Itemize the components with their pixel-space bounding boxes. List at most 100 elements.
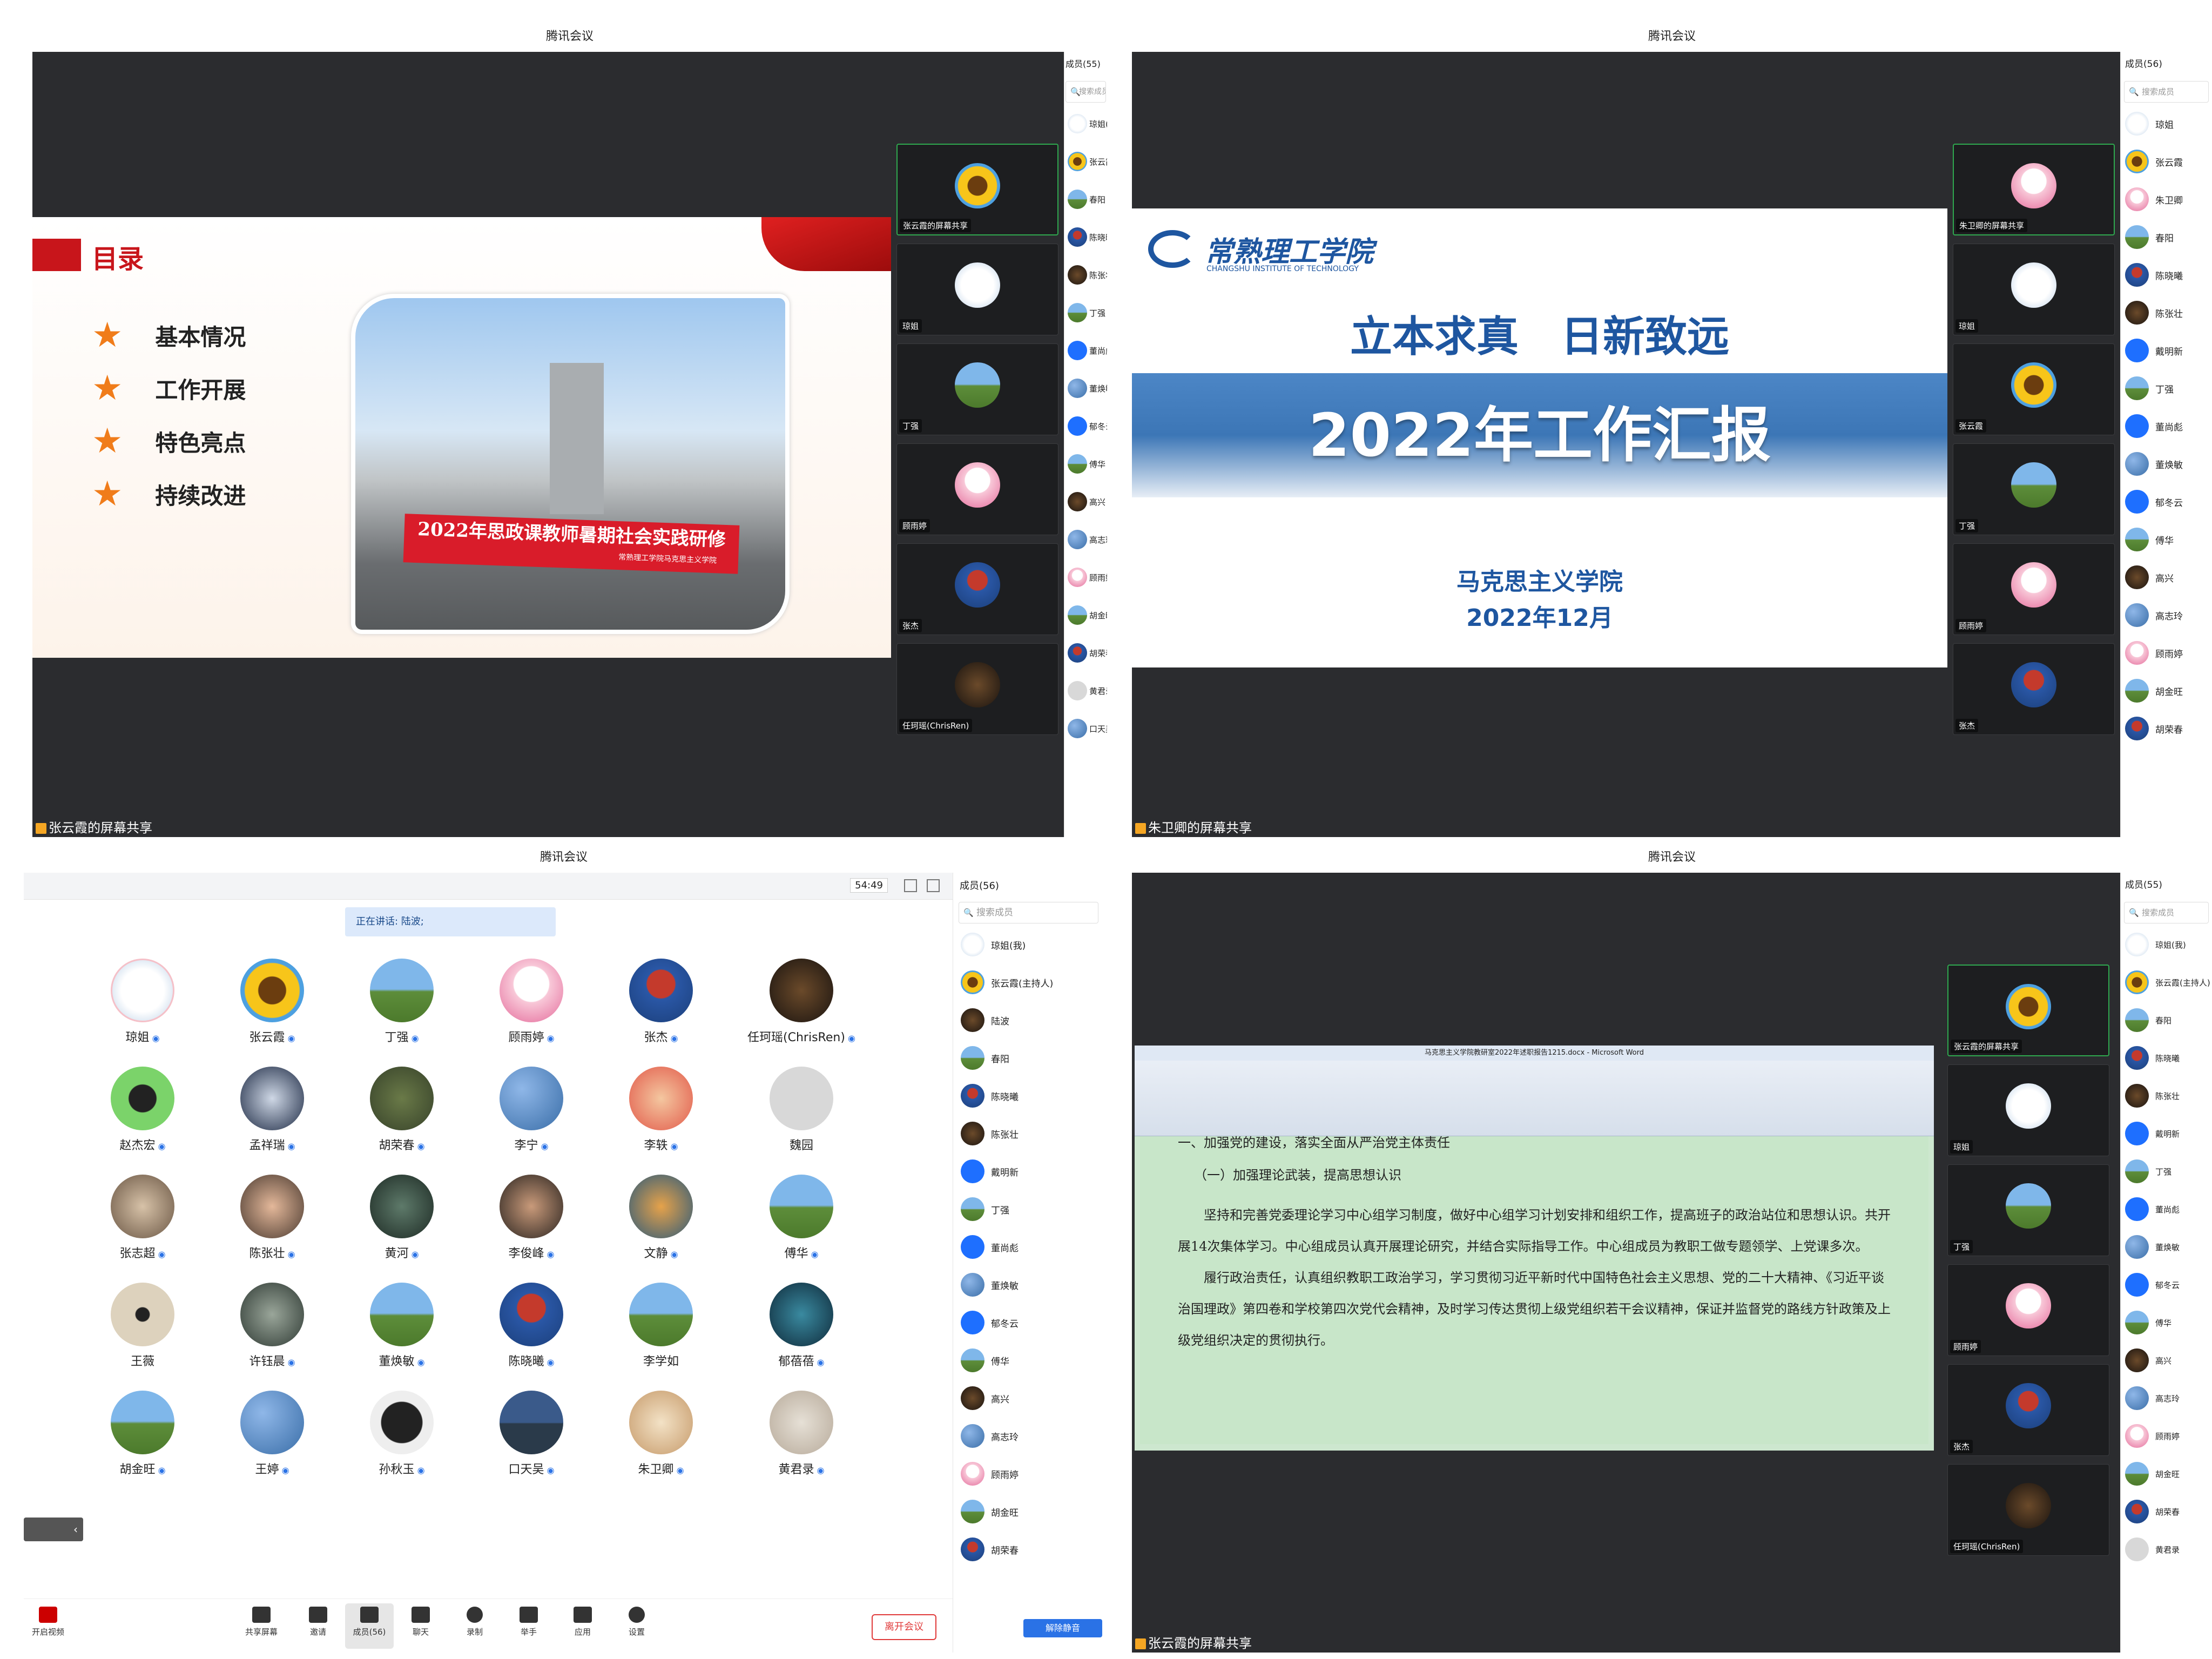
list-item[interactable]: 顾雨婷: [2121, 634, 2212, 672]
video-tile[interactable]: 丁强: [896, 343, 1058, 435]
invite-button[interactable]: 邀请: [294, 1603, 342, 1649]
list-item[interactable]: 高志玲: [2121, 596, 2212, 634]
list-item[interactable]: 陈张壮: [953, 1115, 1104, 1152]
list-item[interactable]: 高志玲: [953, 1417, 1104, 1455]
list-item[interactable]: 高志玲: [2121, 1379, 2212, 1417]
video-tile[interactable]: 顾雨婷: [896, 443, 1058, 535]
list-item[interactable]: 董焕敏: [953, 1266, 1104, 1304]
list-item[interactable]: 张云霞(主持人): [953, 963, 1104, 1001]
list-item[interactable]: 黄君录: [2121, 1530, 2212, 1568]
list-item[interactable]: 陈张壮: [1064, 256, 1107, 294]
list-item[interactable]: 胡荣春: [2121, 710, 2212, 747]
list-item[interactable]: 胡荣春: [1064, 634, 1107, 672]
list-item[interactable]: 春阳: [1064, 180, 1107, 218]
participant-tile[interactable]: 李学如: [596, 1283, 726, 1369]
participant-tile[interactable]: 李轶 ◉: [596, 1067, 726, 1153]
list-item[interactable]: 春阳: [2121, 218, 2212, 256]
participant-tile[interactable]: 董焕敏 ◉: [337, 1283, 467, 1369]
list-item[interactable]: 朱卫卿: [2121, 180, 2212, 218]
list-item[interactable]: 胡金旺: [2121, 672, 2212, 710]
list-item[interactable]: 口天吴: [1064, 710, 1107, 747]
video-tile[interactable]: 丁强: [1953, 443, 2115, 535]
list-item[interactable]: 董焕敏: [2121, 445, 2212, 483]
settings-button[interactable]: 设置: [612, 1603, 661, 1649]
list-item[interactable]: 胡金旺: [2121, 1455, 2212, 1493]
participant-tile[interactable]: 陈晓曦 ◉: [467, 1283, 596, 1369]
video-tile[interactable]: 顾雨婷: [1953, 543, 2115, 635]
list-item[interactable]: 黄君录: [1064, 672, 1107, 710]
list-item[interactable]: 琼姐(我): [1064, 105, 1107, 143]
list-item[interactable]: 郁冬云: [2121, 1266, 2212, 1304]
list-item[interactable]: 丁强: [1064, 294, 1107, 332]
list-item[interactable]: 戴明新: [2121, 1115, 2212, 1152]
participant-tile[interactable]: 琼姐 ◉: [78, 959, 207, 1045]
video-tile[interactable]: 顾雨婷: [1947, 1264, 2109, 1356]
list-item[interactable]: 张云霞: [2121, 143, 2212, 180]
participant-tile[interactable]: 口天吴 ◉: [467, 1391, 596, 1477]
list-item[interactable]: 丁强: [2121, 1152, 2212, 1190]
list-item[interactable]: 董焕敏: [2121, 1228, 2212, 1266]
participant-tile[interactable]: 李宁 ◉: [467, 1067, 596, 1153]
leave-button[interactable]: 离开会议: [872, 1614, 936, 1640]
video-tile[interactable]: 张杰: [1953, 643, 2115, 735]
list-item[interactable]: 董焕敏: [1064, 369, 1107, 407]
list-item[interactable]: 顾雨婷: [2121, 1417, 2212, 1455]
list-item[interactable]: 胡荣春: [953, 1530, 1104, 1568]
list-item[interactable]: 陆波: [953, 1001, 1104, 1039]
unmute-all-button[interactable]: 解除静音: [1023, 1619, 1102, 1637]
list-item[interactable]: 高兴: [2121, 558, 2212, 596]
participant-tile[interactable]: 张志超 ◉: [78, 1175, 207, 1261]
fullscreen-icon[interactable]: [904, 879, 917, 892]
list-item[interactable]: 郁冬云: [2121, 483, 2212, 521]
video-tile[interactable]: 张云霞的屏幕共享: [1947, 965, 2109, 1056]
grid-prev-button[interactable]: ‹: [24, 1518, 83, 1541]
participant-tile[interactable]: 孙秋玉 ◉: [337, 1391, 467, 1477]
participant-tile[interactable]: 丁强 ◉: [337, 959, 467, 1045]
participant-tile[interactable]: 陈张壮 ◉: [207, 1175, 337, 1261]
list-item[interactable]: 高兴: [2121, 1341, 2212, 1379]
participant-tile[interactable]: 郁蓓蓓 ◉: [726, 1283, 877, 1369]
participant-tile[interactable]: 张云霞 ◉: [207, 959, 337, 1045]
list-item[interactable]: 董尚彪: [953, 1228, 1104, 1266]
video-tile[interactable]: 任珂瑶(ChrisRen): [1947, 1464, 2109, 1556]
share-screen-button[interactable]: 共享屏幕: [237, 1603, 286, 1649]
participant-tile[interactable]: 胡荣春 ◉: [337, 1067, 467, 1153]
list-item[interactable]: 陈张壮: [2121, 1077, 2212, 1115]
record-button[interactable]: 录制: [450, 1603, 499, 1649]
raise-hand-button[interactable]: 举手: [504, 1603, 553, 1649]
list-item[interactable]: 陈晓曦: [2121, 256, 2212, 294]
list-item[interactable]: 琼姐: [2121, 105, 2212, 143]
list-item[interactable]: 胡金旺: [953, 1493, 1104, 1530]
list-item[interactable]: 张云霞(主持人): [1064, 143, 1107, 180]
list-item[interactable]: 琼姐(我): [2121, 926, 2212, 963]
members-button[interactable]: 成员(56): [345, 1603, 394, 1649]
video-tile[interactable]: 琼姐: [1953, 244, 2115, 335]
list-item[interactable]: 陈张壮: [2121, 294, 2212, 332]
list-item[interactable]: 陈晓曦: [2121, 1039, 2212, 1077]
list-item[interactable]: 郁冬云: [953, 1304, 1104, 1341]
list-item[interactable]: 高志玲: [1064, 521, 1107, 558]
participant-tile[interactable]: 文静 ◉: [596, 1175, 726, 1261]
list-item[interactable]: 陈晓曦: [953, 1077, 1104, 1115]
participant-tile[interactable]: 顾雨婷 ◉: [467, 959, 596, 1045]
list-item[interactable]: 胡金旺: [1064, 596, 1107, 634]
video-tile[interactable]: 朱卫卿的屏幕共享: [1953, 144, 2115, 235]
list-item[interactable]: 董尚彪: [2121, 407, 2212, 445]
list-item[interactable]: 琼姐(我): [953, 926, 1104, 963]
video-tile[interactable]: 琼姐: [896, 244, 1058, 335]
participant-tile[interactable]: 魏园: [726, 1067, 877, 1153]
video-tile[interactable]: 任珂瑶(ChrisRen): [896, 643, 1058, 735]
list-item[interactable]: 高兴: [1064, 483, 1107, 521]
list-item[interactable]: 傅华: [1064, 445, 1107, 483]
participant-tile[interactable]: 王婷 ◉: [207, 1391, 337, 1477]
list-item[interactable]: 春阳: [953, 1039, 1104, 1077]
participant-tile[interactable]: 赵杰宏 ◉: [78, 1067, 207, 1153]
list-item[interactable]: 傅华: [2121, 521, 2212, 558]
participant-tile[interactable]: 孟祥瑞 ◉: [207, 1067, 337, 1153]
participant-tile[interactable]: 朱卫卿 ◉: [596, 1391, 726, 1477]
list-item[interactable]: 董尚彪: [1064, 332, 1107, 369]
layout-icon[interactable]: [927, 879, 940, 892]
list-item[interactable]: 春阳: [2121, 1001, 2212, 1039]
list-item[interactable]: 顾雨婷: [953, 1455, 1104, 1493]
list-item[interactable]: 丁强: [953, 1190, 1104, 1228]
